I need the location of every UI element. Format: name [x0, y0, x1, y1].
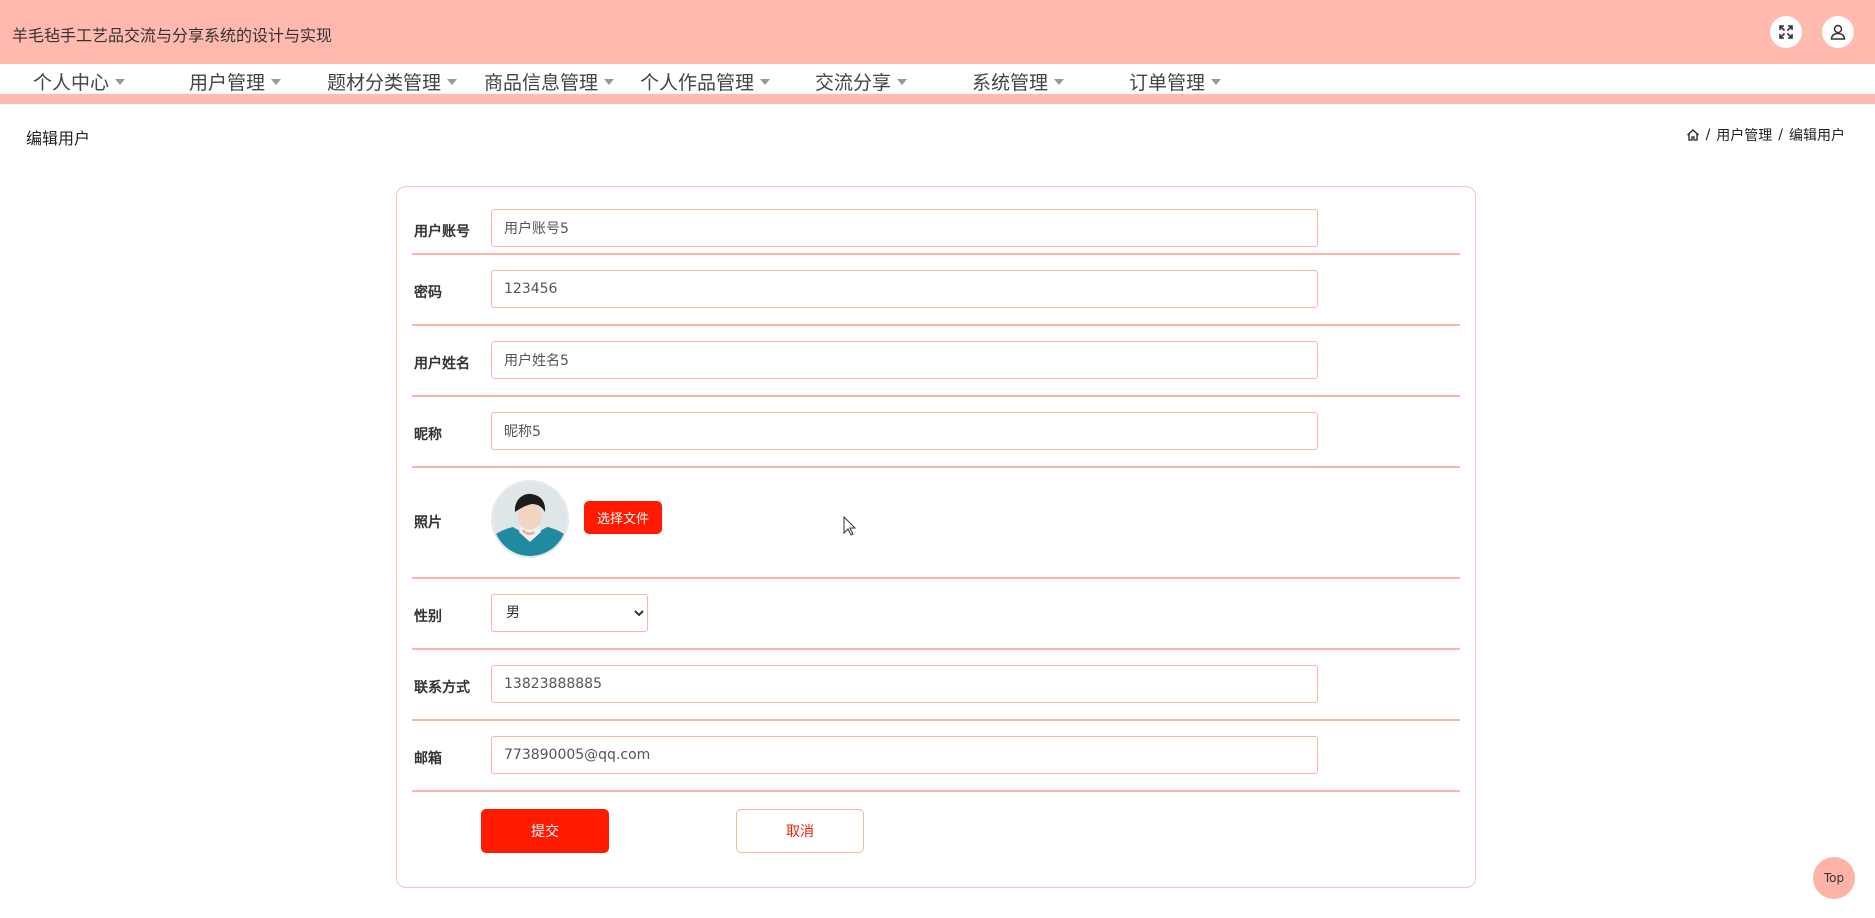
- caret-down-icon: [897, 78, 908, 85]
- user-menu-button[interactable]: [1822, 16, 1854, 48]
- caret-down-icon: [1211, 78, 1222, 85]
- phone-input[interactable]: [491, 665, 1318, 703]
- nav-label: 系统管理: [972, 72, 1049, 94]
- nav-item-order-management[interactable]: 订单管理: [1129, 68, 1222, 95]
- breadcrumb-user-management[interactable]: 用户管理: [1716, 125, 1772, 145]
- caret-down-icon: [604, 78, 615, 85]
- breadcrumb-edit-user: 编辑用户: [1789, 128, 1845, 144]
- fullscreen-button[interactable]: [1770, 16, 1802, 48]
- form-row-password: 密码: [412, 255, 1460, 326]
- form-row-phone: 联系方式: [412, 650, 1460, 721]
- caret-down-icon: [1054, 78, 1065, 85]
- caret-down-icon: [760, 78, 771, 85]
- nav-label: 订单管理: [1129, 72, 1206, 94]
- gender-select[interactable]: 男: [491, 594, 648, 632]
- nav-label: 个人中心: [33, 72, 110, 94]
- name-label: 用户姓名: [414, 356, 470, 372]
- page-title: 编辑用户: [26, 129, 91, 148]
- nav-item-personal-center[interactable]: 个人中心: [33, 68, 126, 95]
- name-input[interactable]: [491, 341, 1318, 379]
- form-row-nickname: 昵称: [412, 397, 1460, 468]
- user-icon: [1830, 24, 1846, 40]
- password-input[interactable]: [491, 270, 1318, 308]
- caret-down-icon: [447, 78, 458, 85]
- cancel-button[interactable]: 取消: [736, 809, 864, 853]
- nav-item-product-management[interactable]: 商品信息管理: [484, 68, 615, 95]
- nav-item-works-management[interactable]: 个人作品管理: [640, 68, 771, 95]
- top-nav: 个人中心 用户管理 题材分类管理 商品信息管理 个人作品管理 交流分享 系统管理…: [0, 64, 1875, 94]
- app-header: 羊毛毡手工艺品交流与分享系统的设计与实现: [0, 0, 1875, 64]
- app-title: 羊毛毡手工艺品交流与分享系统的设计与实现: [12, 26, 333, 45]
- form-row-email: 邮箱: [412, 721, 1460, 792]
- account-label: 用户账号: [414, 224, 470, 240]
- email-label: 邮箱: [414, 751, 442, 767]
- form-row-gender: 性别 男: [412, 579, 1460, 650]
- photo-label: 照片: [414, 515, 442, 531]
- gender-label: 性别: [414, 609, 442, 625]
- nav-divider: [0, 94, 1875, 104]
- submit-button[interactable]: 提交: [481, 809, 609, 853]
- caret-down-icon: [115, 78, 126, 85]
- breadcrumb-separator: /: [1778, 127, 1783, 143]
- form-row-name: 用户姓名: [412, 326, 1460, 397]
- nav-label: 用户管理: [189, 72, 266, 94]
- expand-icon: [1779, 25, 1793, 39]
- email-input[interactable]: [491, 736, 1318, 774]
- form-row-photo: 照片 选择文件: [412, 468, 1460, 579]
- back-to-top-button[interactable]: Top: [1813, 857, 1855, 899]
- account-input[interactable]: [491, 209, 1318, 247]
- edit-user-form: 用户账号 密码 用户姓名 昵称 照片 选择文件 性别 男: [396, 186, 1476, 888]
- caret-down-icon: [271, 78, 282, 85]
- choose-file-button[interactable]: 选择文件: [584, 501, 662, 534]
- form-row-account: 用户账号: [412, 209, 1460, 255]
- nav-label: 交流分享: [815, 72, 892, 94]
- phone-label: 联系方式: [414, 680, 470, 696]
- nav-item-system-management[interactable]: 系统管理: [972, 68, 1065, 95]
- nickname-label: 昵称: [414, 427, 442, 443]
- avatar: [491, 480, 569, 558]
- home-icon[interactable]: [1686, 128, 1700, 142]
- breadcrumb: / 用户管理 / 编辑用户: [1686, 125, 1845, 145]
- nav-item-user-management[interactable]: 用户管理: [189, 68, 282, 95]
- nav-item-exchange-share[interactable]: 交流分享: [815, 68, 908, 95]
- mouse-cursor-icon: [843, 516, 857, 536]
- nav-label: 个人作品管理: [640, 72, 755, 94]
- nickname-input[interactable]: [491, 412, 1318, 450]
- nav-item-category-management[interactable]: 题材分类管理: [327, 68, 458, 95]
- nav-label: 商品信息管理: [484, 72, 599, 94]
- password-label: 密码: [414, 285, 442, 301]
- nav-label: 题材分类管理: [327, 72, 442, 94]
- breadcrumb-separator: /: [1705, 127, 1711, 143]
